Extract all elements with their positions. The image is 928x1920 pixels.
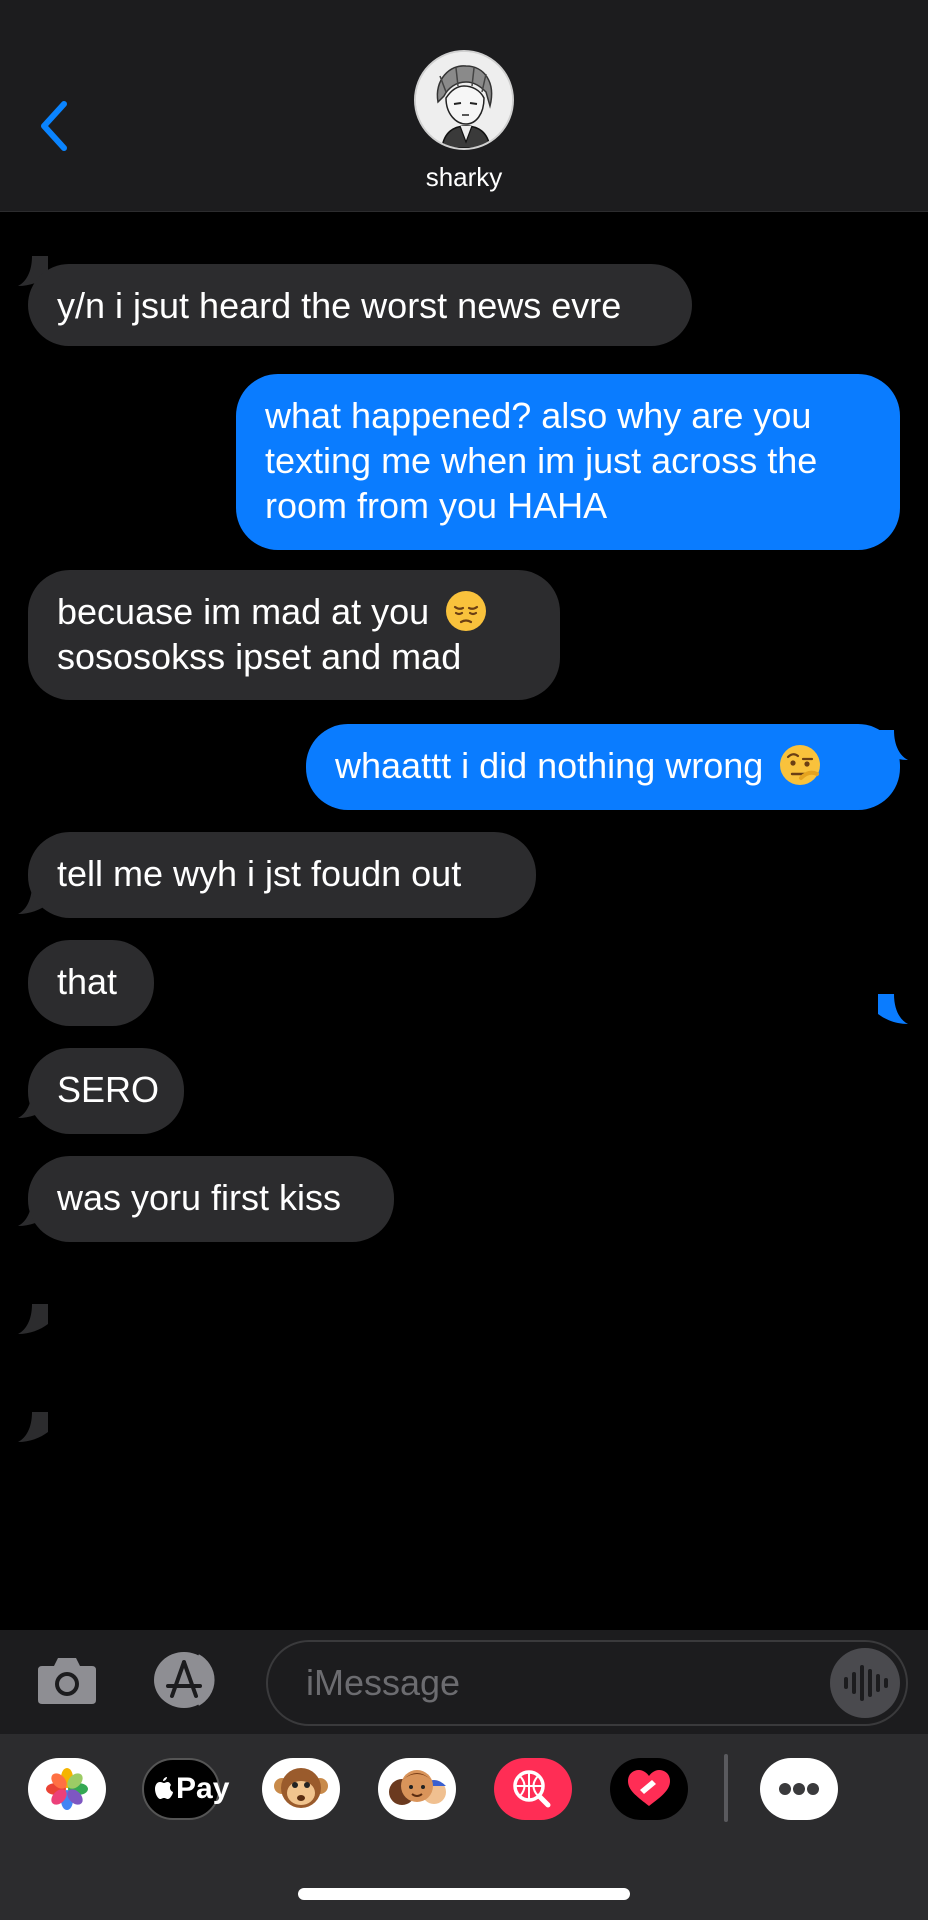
more-icon[interactable] bbox=[760, 1758, 838, 1820]
message-bubble-incoming[interactable]: SERO bbox=[28, 1048, 184, 1134]
message-text-line: room from you HAHA bbox=[265, 485, 608, 526]
message-bubble-incoming[interactable]: tell me wyh i jst foudn out bbox=[28, 832, 536, 918]
message-text-line: becuase im mad at you bbox=[57, 591, 430, 632]
message-bubble-outgoing[interactable]: whaattt i did nothing wrong bbox=[306, 724, 900, 810]
monkey-face bbox=[274, 1768, 328, 1808]
compose-bar: iMessage bbox=[0, 1630, 928, 1734]
message-text-line: what happened? also why are you bbox=[265, 395, 812, 436]
message-thread: y/n i jsut heard the worst news evre wha… bbox=[0, 212, 928, 1630]
globe-search-glyph bbox=[513, 1770, 551, 1808]
message-bubble-incoming[interactable]: was yoru first kiss bbox=[28, 1156, 394, 1242]
memoji-faces bbox=[389, 1770, 446, 1805]
avatar-illustration bbox=[416, 52, 512, 148]
apple-pay-icon[interactable]: Pay bbox=[142, 1758, 229, 1820]
bubble-tail bbox=[18, 1304, 48, 1334]
back-button[interactable] bbox=[36, 98, 76, 154]
message-text-line: texting me when im just across the bbox=[265, 440, 818, 481]
ellipsis-glyph bbox=[779, 1783, 819, 1795]
contact-avatar[interactable] bbox=[414, 50, 514, 150]
message-text: whaattt i did nothing wrong bbox=[335, 745, 764, 786]
message-text: was yoru first kiss bbox=[57, 1177, 342, 1218]
bubble-tail bbox=[18, 1412, 48, 1442]
message-bubble-incoming[interactable]: becuase im mad at you sososokss ipset an… bbox=[28, 570, 560, 700]
drawer-divider bbox=[724, 1754, 728, 1822]
raised-eyebrow-emoji-icon bbox=[780, 745, 821, 785]
photos-flower bbox=[46, 1768, 88, 1810]
message-text: that bbox=[57, 961, 118, 1002]
waveform-icon bbox=[844, 1665, 888, 1701]
home-indicator[interactable] bbox=[298, 1888, 630, 1900]
pensive-face-emoji-icon bbox=[446, 591, 487, 631]
message-text: SERO bbox=[57, 1069, 160, 1110]
memoji-icon[interactable] bbox=[378, 1758, 456, 1820]
apple-logo-icon bbox=[155, 1777, 173, 1799]
message-bubble-incoming[interactable]: y/n i jsut heard the worst news evre bbox=[28, 264, 692, 346]
heart-touch-glyph bbox=[628, 1770, 670, 1806]
message-text: tell me wyh i jst foudn out bbox=[57, 853, 462, 894]
message-text-line: sososokss ipset and mad bbox=[57, 636, 462, 677]
digital-touch-icon[interactable] bbox=[610, 1758, 688, 1820]
chevron-left-icon bbox=[41, 101, 67, 151]
camera-button[interactable] bbox=[36, 1652, 98, 1708]
audio-message-button[interactable] bbox=[830, 1648, 900, 1718]
memoji-monkey-icon[interactable] bbox=[262, 1758, 340, 1820]
message-input-placeholder: iMessage bbox=[306, 1662, 461, 1703]
message-bubble-incoming[interactable]: that bbox=[28, 940, 154, 1026]
message-bubble-outgoing[interactable]: what happened? also why are you texting … bbox=[236, 374, 900, 550]
message-input[interactable]: iMessage bbox=[266, 1640, 908, 1726]
camera-icon bbox=[38, 1658, 96, 1704]
message-text: y/n i jsut heard the worst news evre bbox=[57, 285, 622, 326]
image-search-icon[interactable] bbox=[494, 1758, 572, 1820]
contact-name[interactable]: sharky bbox=[0, 162, 928, 193]
app-store-icon bbox=[154, 1652, 215, 1708]
photos-icon[interactable] bbox=[28, 1758, 106, 1820]
apple-pay-label: Pay bbox=[176, 1772, 230, 1805]
app-store-button[interactable] bbox=[150, 1650, 226, 1710]
conversation-header: sharky bbox=[0, 0, 928, 212]
bubble-tail bbox=[878, 994, 908, 1024]
